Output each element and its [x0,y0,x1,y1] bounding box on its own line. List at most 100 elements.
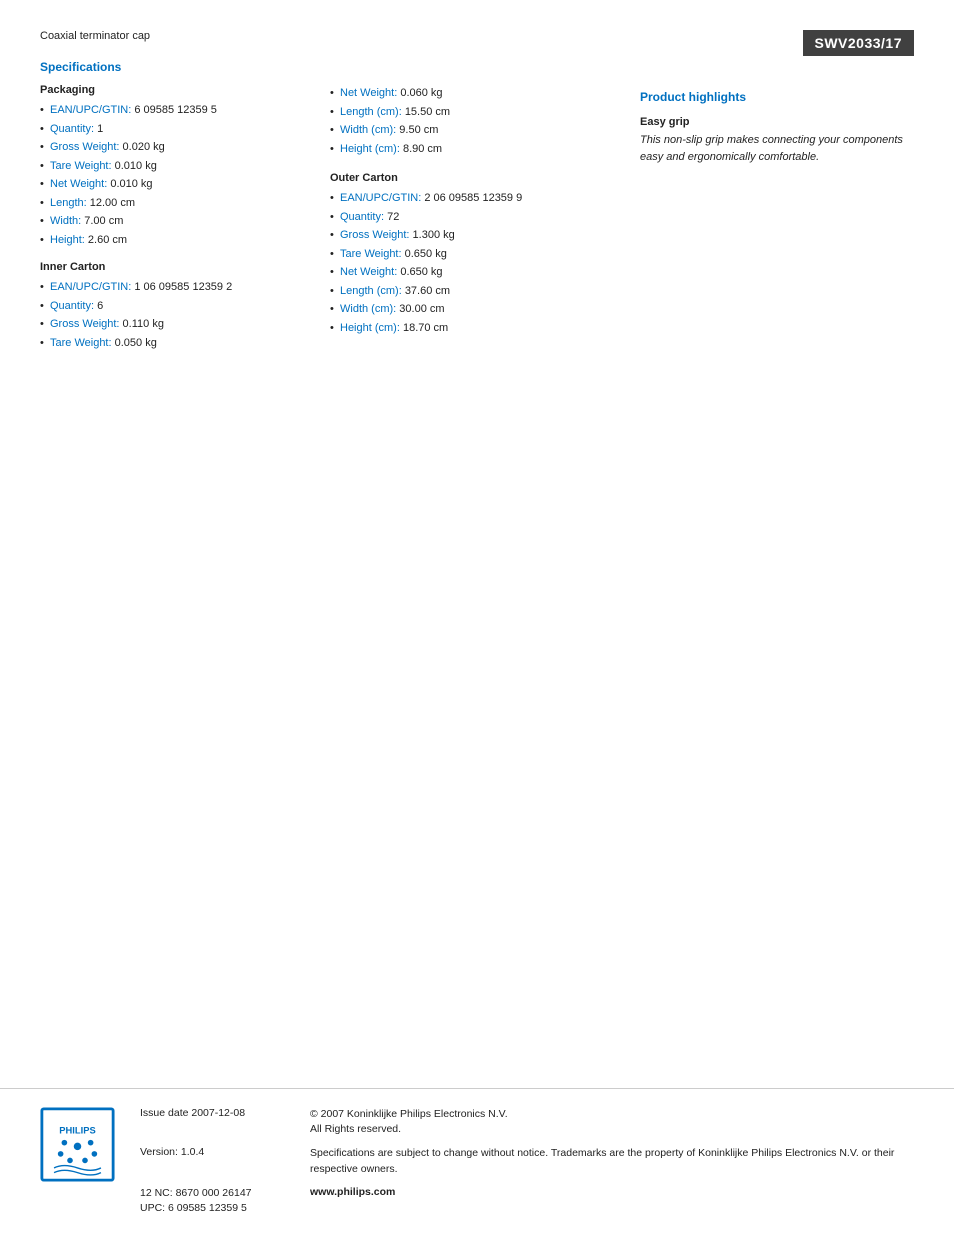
list-item: Width (cm): 9.50 cm [330,121,600,140]
spec-label: Net Weight: [340,87,400,99]
spec-value: 72 [387,211,399,223]
spec-label: Height (cm): [340,322,403,334]
spec-value: 0.010 kg [110,178,152,190]
list-item: Tare Weight: 0.650 kg [330,245,600,264]
spec-label: Length (cm): [340,285,405,297]
spec-value: 37.60 cm [405,285,450,297]
list-item: Net Weight: 0.650 kg [330,263,600,282]
spec-value: 18.70 cm [403,322,448,334]
spec-value: 12.00 cm [90,197,135,209]
spec-value: 1 [97,123,103,135]
spec-value: 0.060 kg [400,87,442,99]
spec-value: 0.110 kg [123,318,164,330]
spec-label: Width (cm): [340,303,399,315]
right-panel: SWV2033/17 Product highlights Easy grip … [620,30,914,357]
list-item: EAN/UPC/GTIN: 6 09585 12359 5 [40,101,330,120]
spec-label: Tare Weight: [50,160,115,172]
spec-value: 2 06 09585 12359 9 [424,192,522,204]
spec-label: EAN/UPC/GTIN: [50,104,134,116]
version-label: Version: 1.0.4 [140,1146,300,1178]
spec-label: Length: [50,197,90,209]
inner-carton-list: EAN/UPC/GTIN: 1 06 09585 12359 2 Quantit… [40,278,330,352]
spec-value: 0.650 kg [400,266,442,278]
list-item: Tare Weight: 0.050 kg [40,334,330,353]
specs-col-left: Packaging EAN/UPC/GTIN: 6 09585 12359 5 … [40,84,330,357]
list-item: EAN/UPC/GTIN: 1 06 09585 12359 2 [40,278,330,297]
list-item: Height (cm): 18.70 cm [330,319,600,338]
footer-info: Issue date 2007-12-08 © 2007 Koninklijke… [140,1107,914,1218]
list-item: Net Weight: 0.060 kg [330,84,600,103]
list-item: Net Weight: 0.010 kg [40,175,330,194]
list-item: Gross Weight: 0.020 kg [40,138,330,157]
packaging-title: Packaging [40,84,330,96]
copyright-line2: All Rights reserved. [310,1123,401,1135]
product-id: SWV2033/17 [803,30,915,56]
specifications-title: Specifications [40,60,600,74]
spec-value: 0.050 kg [115,337,157,349]
list-item: Tare Weight: 0.010 kg [40,157,330,176]
list-item: Gross Weight: 1.300 kg [330,226,600,245]
spec-label: Net Weight: [340,266,400,278]
copyright: © 2007 Koninklijke Philips Electronics N… [310,1107,914,1139]
svg-text:PHILIPS: PHILIPS [59,1125,95,1135]
spec-label: Quantity: [50,300,97,312]
list-item: Width: 7.00 cm [40,212,330,231]
upc-label: UPC: 6 09585 12359 5 [140,1202,247,1214]
spec-value: 1.300 kg [413,229,455,241]
spec-value: 2.60 cm [88,234,127,246]
specs-columns: Packaging EAN/UPC/GTIN: 6 09585 12359 5 … [40,84,600,357]
list-item: Height: 2.60 cm [40,231,330,250]
list-item: Length: 12.00 cm [40,194,330,213]
highlight-item-title: Easy grip [640,116,914,128]
spec-label: Width (cm): [340,124,399,136]
list-item: EAN/UPC/GTIN: 2 06 09585 12359 9 [330,189,600,208]
inner-carton-title: Inner Carton [40,261,330,273]
spec-value: 8.90 cm [403,143,442,155]
list-item: Quantity: 72 [330,208,600,227]
outer-carton-list: EAN/UPC/GTIN: 2 06 09585 12359 9 Quantit… [330,189,600,337]
highlight-item-desc: This non-slip grip makes connecting your… [640,132,914,165]
footer: PHILIPS Issue date 2007-12-08 © 2007 Kon… [0,1088,954,1235]
spec-value: 30.00 cm [399,303,444,315]
product-highlights-title: Product highlights [640,90,914,104]
spec-value: 0.650 kg [405,248,447,260]
spec-label: Gross Weight: [50,141,123,153]
product-title: Coaxial terminator cap [40,30,600,42]
spec-label: Gross Weight: [50,318,123,330]
issue-date-label: Issue date 2007-12-08 [140,1107,300,1139]
spec-value: 0.020 kg [123,141,165,153]
philips-logo: PHILIPS [40,1107,120,1185]
spec-label: Tare Weight: [340,248,405,260]
outer-carton-title: Outer Carton [330,172,600,184]
list-item: Height (cm): 8.90 cm [330,140,600,159]
copyright-line1: © 2007 Koninklijke Philips Electronics N… [310,1108,508,1120]
spec-value: 7.00 cm [84,215,123,227]
spec-value: 15.50 cm [405,106,450,118]
nc-upc: 12 NC: 8670 000 26147 UPC: 6 09585 12359… [140,1186,300,1218]
highlight-item: Easy grip This non-slip grip makes conne… [640,116,914,165]
spec-value: 6 [97,300,103,312]
website-cell: www.philips.com [310,1186,914,1218]
spec-value: 6 09585 12359 5 [134,104,217,116]
list-item: Quantity: 6 [40,297,330,316]
spec-value: 0.010 kg [115,160,157,172]
list-item: Gross Weight: 0.110 kg [40,315,330,334]
spec-value: 9.50 cm [399,124,438,136]
spec-label: Length (cm): [340,106,405,118]
spec-label: EAN/UPC/GTIN: [340,192,424,204]
nc-label: 12 NC: 8670 000 26147 [140,1187,252,1199]
notice-text: Specifications are subject to change wit… [310,1146,914,1178]
list-item: Quantity: 1 [40,120,330,139]
list-item: Length (cm): 37.60 cm [330,282,600,301]
left-panel: Coaxial terminator cap Specifications Pa… [40,30,620,357]
spec-label: EAN/UPC/GTIN: [50,281,134,293]
specs-col-right: Net Weight: 0.060 kg Length (cm): 15.50 … [330,84,600,357]
packaging-list: EAN/UPC/GTIN: 6 09585 12359 5 Quantity: … [40,101,330,249]
spec-label: Tare Weight: [50,337,115,349]
spec-label: Quantity: [50,123,97,135]
spec-label: Net Weight: [50,178,110,190]
website: www.philips.com [310,1186,914,1198]
spec-value: 1 06 09585 12359 2 [134,281,232,293]
col2-packaging-list: Net Weight: 0.060 kg Length (cm): 15.50 … [330,84,600,158]
list-item: Length (cm): 15.50 cm [330,103,600,122]
